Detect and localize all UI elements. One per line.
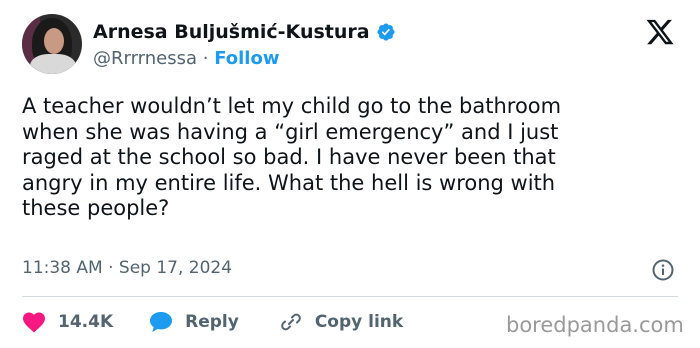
x-logo-icon[interactable] [645, 17, 675, 47]
reply-button[interactable]: Reply [149, 311, 239, 333]
handle-row: @Rrrrnessa · Follow [93, 48, 279, 69]
heart-icon [23, 312, 45, 333]
like-button[interactable]: 14.4K [22, 311, 113, 333]
copy-link-label: Copy link [314, 312, 404, 332]
tweet-card: Arnesa Buljušmić-Kustura @Rrrrnessa · Fo… [0, 0, 700, 348]
reply-bubble-icon [150, 312, 173, 332]
follow-button[interactable]: Follow [214, 48, 279, 69]
divider [22, 296, 678, 297]
info-icon[interactable] [651, 258, 675, 282]
author-name-row: Arnesa Buljušmić-Kustura [93, 21, 396, 43]
handle[interactable]: @Rrrrnessa [93, 48, 197, 69]
display-name[interactable]: Arnesa Buljušmić-Kustura [93, 21, 370, 43]
copy-link-button[interactable]: Copy link [279, 310, 403, 334]
link-icon [281, 313, 301, 331]
reply-label: Reply [185, 312, 239, 332]
tweet-text: A teacher wouldn’t let my child go to th… [22, 94, 562, 220]
tweet-timestamp[interactable]: 11:38 AM · Sep 17, 2024 [22, 258, 232, 278]
verified-badge-icon [377, 23, 395, 41]
action-bar: 14.4K Reply Copy link [22, 310, 403, 334]
like-count: 14.4K [58, 312, 114, 332]
watermark: boredpanda.com [506, 313, 684, 337]
handle-separator: · [197, 48, 215, 69]
avatar[interactable] [22, 14, 82, 74]
